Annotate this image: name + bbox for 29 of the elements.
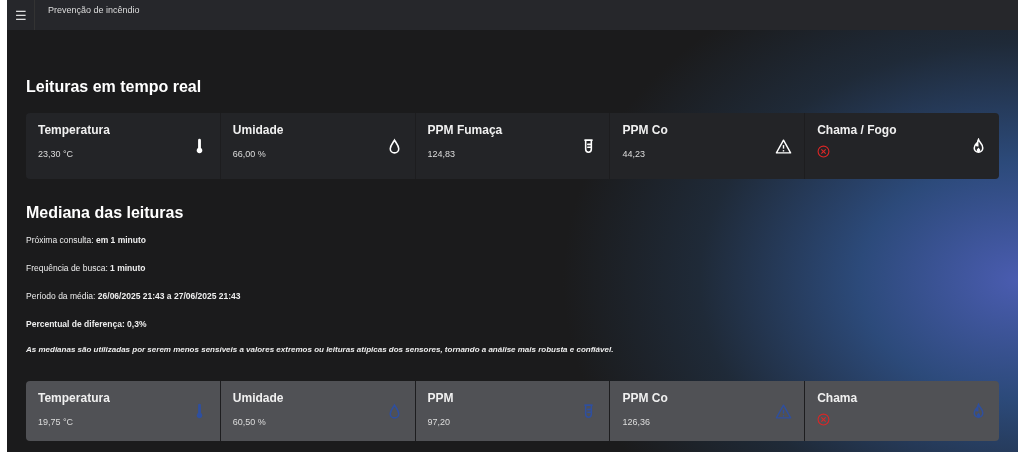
app-title: Prevenção de incêndio	[47, 4, 140, 18]
info-text: Próxima consulta: em 1 minuto	[26, 234, 147, 246]
warning-icon	[775, 402, 793, 420]
info-text: Percentual de diferença: 0,3%	[26, 318, 148, 330]
sensor-label: Temperatura	[38, 390, 110, 406]
sensor-label: Temperatura	[38, 122, 110, 138]
menu-button[interactable]: ☰	[7, 0, 35, 30]
sensor-value: 97,20	[427, 416, 452, 428]
note-text: As medianas são utilizadas por serem menos sensíveis a valores extremos ou leituras atípicas dos sensores, tornando a análise mais robusta e confiável.	[26, 344, 615, 356]
sensor-label: Umidade	[232, 390, 284, 406]
section-title: Leituras em tempo real	[26, 77, 203, 97]
sensor-label: Chama / Fogo	[817, 122, 897, 138]
sensor-value: 60,50 %	[232, 416, 267, 428]
sensor-label: PPM Co	[622, 122, 668, 138]
info-text: Frequência de busca: 1 minuto	[26, 262, 147, 274]
sensor-label: PPM Co	[622, 390, 668, 406]
sensor-label: Umidade	[232, 122, 284, 138]
info-text: Período da média: 26/06/2025 21:43 a 27/06/2025 21:43	[26, 290, 242, 302]
sensor-label: PPM	[427, 390, 454, 406]
section-title: Mediana das leituras	[26, 203, 185, 223]
sensor-value: 44,23	[622, 148, 646, 160]
warning-icon	[775, 137, 793, 155]
sensor-value: 23,30 °C	[38, 148, 75, 160]
sensor-label: PPM Fumaça	[427, 122, 503, 138]
sensor-value: 124,83	[427, 148, 457, 160]
sensor-value: 19,75 °C	[38, 416, 75, 428]
sensor-value: 66,00 %	[232, 148, 267, 160]
sensor-value: 126,36	[622, 416, 651, 428]
sensor-label: Chama	[817, 390, 858, 406]
